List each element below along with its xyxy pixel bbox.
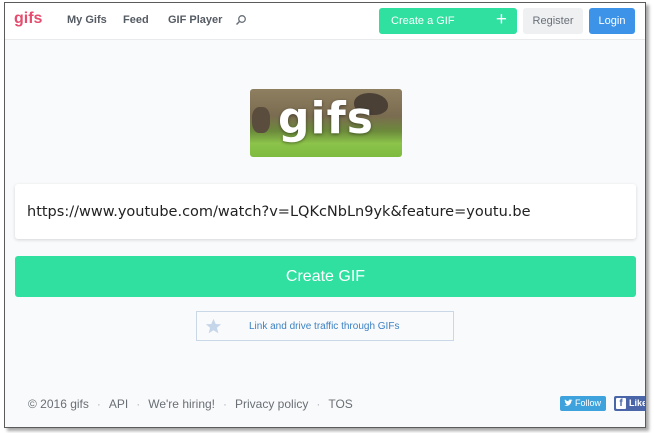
footer-separator: ·: [223, 397, 227, 411]
footer-link-api[interactable]: API: [109, 397, 128, 411]
nav-gif-player[interactable]: GIF Player: [168, 14, 222, 26]
facebook-like-label: Like: [629, 398, 646, 408]
create-a-gif-button[interactable]: Create a GIF +: [379, 8, 517, 34]
register-button[interactable]: Register: [523, 8, 583, 34]
footer-links: © 2016 gifs · API · We're hiring! · Privacy po…: [28, 397, 353, 411]
twitter-follow-label: Follow: [575, 398, 602, 408]
top-navbar: gifs My Gifs Feed GIF Player Create a GI…: [5, 3, 645, 40]
create-gif-button[interactable]: Create GIF: [15, 256, 636, 297]
nav-feed[interactable]: Feed: [123, 14, 149, 26]
footer-separator: ·: [96, 397, 101, 411]
promo-banner[interactable]: Link and drive traffic through GIFs: [196, 311, 454, 341]
twitter-bird-icon: [564, 399, 573, 409]
footer-link-tos[interactable]: TOS: [328, 397, 352, 411]
footer-separator: ·: [316, 397, 321, 411]
footer-separator: ·: [136, 397, 141, 411]
twitter-follow-button[interactable]: Follow: [560, 396, 606, 411]
promo-text: Link and drive traffic through GIFs: [249, 321, 400, 332]
gifs-hero-logo: gifs: [250, 89, 402, 157]
url-input-container: [15, 184, 636, 239]
browser-viewport: gifs My Gifs Feed GIF Player Create a GI…: [4, 2, 646, 428]
login-button[interactable]: Login: [589, 8, 635, 34]
create-a-gif-label: Create a GIF: [391, 15, 455, 27]
footer-link-hiring[interactable]: We're hiring!: [148, 397, 215, 411]
hero-logo-text: gifs: [278, 93, 374, 144]
facebook-like-button[interactable]: f Like: [614, 396, 646, 411]
footer-link-privacy[interactable]: Privacy policy: [235, 397, 308, 411]
search-icon[interactable]: [235, 13, 247, 31]
brand-logo[interactable]: gifs: [14, 10, 42, 28]
nav-my-gifs[interactable]: My Gifs: [67, 14, 107, 26]
star-icon: [205, 318, 222, 340]
video-url-input[interactable]: [27, 199, 622, 225]
plus-icon: +: [495, 9, 507, 30]
facebook-icon: f: [616, 398, 626, 409]
footer-copyright: © 2016 gifs: [28, 397, 89, 411]
